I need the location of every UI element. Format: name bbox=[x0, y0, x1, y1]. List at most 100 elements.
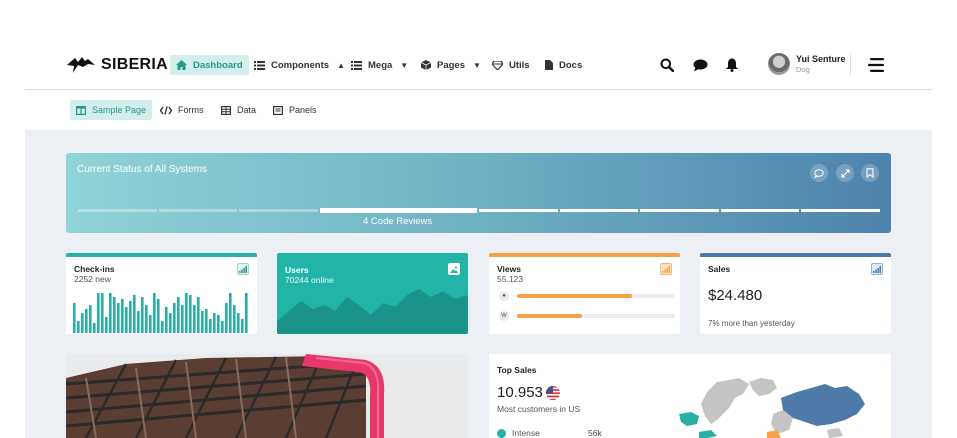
card-checkins-chart-button[interactable] bbox=[237, 263, 249, 275]
table-icon bbox=[221, 105, 231, 115]
card-views-title: Views bbox=[497, 264, 521, 274]
image-icon bbox=[450, 266, 458, 273]
diamond-icon bbox=[492, 60, 503, 70]
banner-comment-button[interactable] bbox=[810, 164, 828, 182]
card-accent bbox=[700, 253, 891, 257]
progress-step bbox=[478, 209, 558, 212]
users-area-chart bbox=[277, 289, 468, 334]
us-flag-icon bbox=[546, 386, 560, 400]
card-users-image-button[interactable] bbox=[448, 263, 460, 275]
expand-icon bbox=[840, 168, 850, 178]
search-button[interactable] bbox=[659, 57, 675, 73]
chevron-up-icon: ▲ bbox=[337, 60, 345, 70]
list-icon bbox=[254, 60, 265, 70]
nav-docs-label: Docs bbox=[559, 59, 583, 71]
nav-pages[interactable]: Pages ▼ bbox=[421, 55, 481, 75]
header-divider bbox=[25, 89, 932, 90]
code-icon bbox=[160, 105, 172, 115]
status-banner: Current Status of All Systems 4 Code Rev… bbox=[66, 153, 891, 233]
banner-bookmark-button[interactable] bbox=[861, 164, 879, 182]
chat-bubble-icon bbox=[693, 59, 707, 71]
banner-title: Current Status of All Systems bbox=[77, 164, 208, 175]
list-icon bbox=[351, 60, 362, 70]
progress-label: 4 Code Reviews bbox=[363, 216, 433, 227]
messages-button[interactable] bbox=[692, 57, 708, 73]
bell-icon bbox=[726, 58, 738, 72]
legend-value: 56k bbox=[588, 428, 602, 438]
subnav-sample-page[interactable]: Sample Page bbox=[70, 100, 153, 120]
top-sales-title: Top Sales bbox=[497, 365, 537, 375]
nav-utils[interactable]: Utils bbox=[492, 55, 530, 75]
comment-icon bbox=[814, 168, 824, 178]
card-accent bbox=[66, 253, 257, 257]
industrial-structure-image bbox=[66, 354, 468, 438]
document-icon bbox=[545, 60, 553, 70]
banner-expand-button[interactable] bbox=[836, 164, 854, 182]
bmw-icon: ● bbox=[499, 291, 509, 301]
world-map bbox=[679, 378, 865, 438]
card-sales-chart-button[interactable] bbox=[871, 263, 883, 275]
card-sales: Sales $24.480 7% more than yesterday bbox=[700, 253, 891, 334]
progress-step bbox=[78, 209, 157, 212]
nav-docs[interactable]: Docs bbox=[545, 55, 582, 75]
user-menu[interactable]: Yui Senture Dog bbox=[768, 53, 846, 75]
user-role: Dog bbox=[796, 65, 810, 74]
menu-button[interactable] bbox=[868, 56, 884, 74]
volkswagen-icon: W bbox=[499, 311, 509, 321]
chevron-down-icon: ▼ bbox=[473, 60, 481, 70]
subnav-panels[interactable]: Panels bbox=[273, 100, 317, 120]
checkins-bar-chart bbox=[73, 293, 248, 333]
legend-label: Intense bbox=[512, 428, 540, 438]
hamburger-menu-icon bbox=[868, 58, 884, 72]
card-sales-note: 7% more than yesterday bbox=[708, 319, 795, 328]
views-row: ● bbox=[499, 291, 675, 301]
photo-card bbox=[66, 354, 468, 438]
views-bar bbox=[517, 294, 675, 298]
nav-components-label: Components bbox=[271, 59, 330, 71]
notifications-button[interactable] bbox=[724, 57, 740, 73]
card-views-sub: 55.123 bbox=[497, 274, 523, 284]
bookmark-icon bbox=[866, 168, 874, 178]
top-sales-card: Top Sales 10.953 Most customers in US In… bbox=[489, 354, 891, 438]
progress-steps bbox=[78, 208, 880, 213]
card-sales-title: Sales bbox=[708, 264, 731, 274]
nav-components[interactable]: Components ▲ bbox=[254, 55, 345, 75]
nav-dashboard[interactable]: Dashboard bbox=[170, 55, 249, 75]
chevron-down-icon: ▼ bbox=[400, 60, 409, 70]
progress-step bbox=[239, 209, 318, 212]
progress-step bbox=[559, 209, 639, 212]
card-checkins-title: Check-ins bbox=[74, 264, 115, 274]
panel-icon bbox=[273, 105, 283, 115]
nav-utils-label: Utils bbox=[509, 59, 530, 71]
subnav-data[interactable]: Data bbox=[221, 100, 256, 120]
search-icon bbox=[660, 58, 674, 72]
divider bbox=[850, 54, 851, 76]
brand-name: SIBERIA bbox=[101, 56, 168, 73]
nav-mega-label: Mega bbox=[368, 59, 393, 71]
top-sales-legend-item: Intense bbox=[497, 428, 540, 438]
progress-step bbox=[720, 209, 800, 212]
card-views: Views 55.123 ● W bbox=[489, 253, 680, 334]
subnav-panels-label: Panels bbox=[289, 105, 317, 115]
user-name: Yui Senture bbox=[796, 54, 846, 64]
subnav-forms-label: Forms bbox=[178, 105, 204, 115]
signal-bars-icon bbox=[239, 265, 247, 273]
progress-step bbox=[801, 209, 880, 212]
subnav-forms[interactable]: Forms bbox=[160, 100, 204, 120]
cube-icon bbox=[421, 60, 431, 70]
siberia-logo-icon bbox=[67, 57, 95, 73]
nav-pages-label: Pages bbox=[437, 59, 465, 71]
views-row: W bbox=[499, 311, 675, 321]
views-bar-fill bbox=[517, 314, 582, 318]
top-sales-sub: Most customers in US bbox=[497, 404, 581, 414]
card-views-chart-button[interactable] bbox=[660, 263, 672, 275]
nav-dashboard-label: Dashboard bbox=[193, 59, 243, 71]
card-checkins-sub: 2252 new bbox=[74, 274, 111, 284]
views-bar-fill bbox=[517, 294, 633, 298]
legend-swatch bbox=[497, 428, 506, 438]
subnav-data-label: Data bbox=[237, 105, 257, 115]
brand-logo[interactable]: SIBERIA bbox=[66, 55, 168, 75]
progress-step bbox=[158, 209, 238, 212]
nav-mega[interactable]: Mega ▼ bbox=[351, 55, 408, 75]
avatar bbox=[768, 53, 790, 75]
